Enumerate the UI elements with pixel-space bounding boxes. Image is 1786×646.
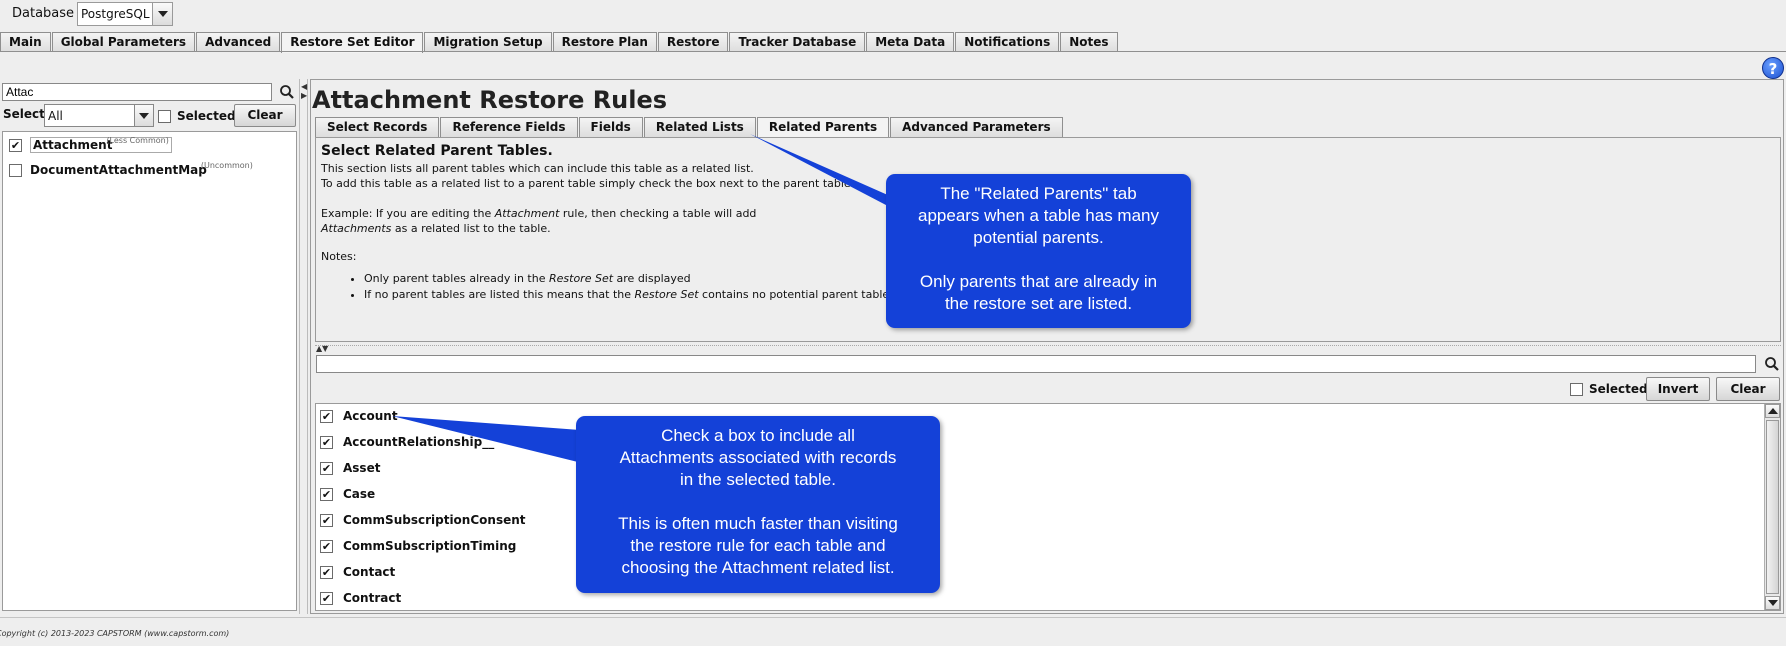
- help-icon[interactable]: ?: [1762, 57, 1784, 79]
- tab-restore-plan[interactable]: Restore Plan: [552, 32, 657, 52]
- rule-tab-bar: Select Records Reference Fields Fields R…: [315, 117, 1064, 138]
- list-item[interactable]: ✔ Contact: [320, 565, 395, 579]
- tab-migration-setup[interactable]: Migration Setup: [424, 32, 552, 52]
- tab-select-records[interactable]: Select Records: [315, 117, 440, 137]
- page-title: Attachment Restore Rules: [312, 86, 668, 114]
- parent-name: AccountRelationship__: [343, 435, 495, 449]
- commonality-badge: (Uncommon): [200, 161, 253, 170]
- table-checkbox[interactable]: [9, 163, 22, 177]
- table-checkbox[interactable]: ✔: [9, 138, 22, 152]
- tab-notifications[interactable]: Notifications: [955, 32, 1060, 52]
- parent-name: Contact: [343, 565, 396, 579]
- tab-advanced[interactable]: Advanced: [196, 32, 281, 52]
- main-tab-bar: Main Global Parameters Advanced Restore …: [0, 32, 1119, 53]
- selected-only-toggle[interactable]: Selected: [158, 109, 236, 123]
- parents-selected-checkbox[interactable]: [1570, 382, 1583, 396]
- parent-name: CommSubscriptionConsent: [343, 513, 526, 527]
- list-item[interactable]: ✔ CommSubscriptionConsent: [320, 513, 526, 527]
- select-filter-value: All: [48, 109, 63, 123]
- parents-selected-label: Selected: [1589, 382, 1648, 396]
- parent-checkbox[interactable]: ✔: [320, 539, 333, 553]
- tab-notes[interactable]: Notes: [1060, 32, 1118, 52]
- parent-name: Contract: [343, 591, 402, 605]
- tab-tracker-database[interactable]: Tracker Database: [729, 32, 866, 52]
- database-label: Database: [12, 6, 75, 21]
- tab-related-lists[interactable]: Related Lists: [643, 117, 756, 137]
- vertical-scrollbar[interactable]: [1764, 404, 1780, 610]
- table-search-input[interactable]: [2, 83, 272, 101]
- database-select[interactable]: PostgreSQL: [77, 2, 173, 26]
- chevron-down-icon[interactable]: [134, 105, 153, 126]
- list-item[interactable]: ✔ Contract: [320, 591, 401, 605]
- table-name: DocumentAttachmentMap(Uncommon): [30, 161, 253, 177]
- table-name: Attachment(Less Common): [30, 136, 172, 153]
- tab-main[interactable]: Main: [0, 32, 51, 52]
- scroll-thumb[interactable]: [1766, 420, 1779, 594]
- search-icon[interactable]: [278, 83, 296, 101]
- parent-search-input[interactable]: [316, 355, 1756, 373]
- select-filter-dropdown[interactable]: All: [44, 104, 154, 127]
- invert-button[interactable]: Invert: [1646, 377, 1710, 401]
- parents-selected-toggle[interactable]: Selected: [1570, 382, 1648, 396]
- list-item[interactable]: ✔ CommSubscriptionTiming: [320, 539, 516, 553]
- parent-checkbox[interactable]: ✔: [320, 591, 333, 605]
- restore-rules-panel: Attachment Restore Rules Select Records …: [310, 79, 1784, 614]
- tab-related-parents[interactable]: Related Parents: [756, 117, 890, 138]
- list-item[interactable]: ✔ AccountRelationship__: [320, 435, 494, 449]
- selected-only-checkbox[interactable]: [158, 109, 171, 123]
- panel-splitter[interactable]: [299, 79, 308, 614]
- parent-checkbox[interactable]: ✔: [320, 487, 333, 501]
- list-item[interactable]: ✔ Asset: [320, 461, 380, 475]
- parent-checkbox[interactable]: ✔: [320, 461, 333, 475]
- tab-restore-set-editor[interactable]: Restore Set Editor: [281, 32, 424, 53]
- collapse-arrow-icon[interactable]: ◀ ▶: [301, 82, 307, 100]
- list-item[interactable]: ✔ Attachment(Less Common): [9, 136, 172, 153]
- tab-meta-data[interactable]: Meta Data: [866, 32, 955, 52]
- commonality-badge: (Less Common): [106, 136, 169, 145]
- parent-name: CommSubscriptionTiming: [343, 539, 517, 553]
- parent-checkbox[interactable]: ✔: [320, 565, 333, 579]
- parent-checkbox[interactable]: ✔: [320, 409, 333, 423]
- list-item[interactable]: ✔ Case: [320, 487, 375, 501]
- list-item[interactable]: ✔ Account: [320, 409, 398, 423]
- select-filter-label: Select:: [3, 107, 50, 121]
- scroll-down-icon[interactable]: [1765, 596, 1780, 610]
- parent-checkbox[interactable]: ✔: [320, 435, 333, 449]
- tab-global-parameters[interactable]: Global Parameters: [51, 32, 196, 52]
- left-clear-button[interactable]: Clear: [234, 104, 296, 127]
- parent-checkbox[interactable]: ✔: [320, 513, 333, 527]
- search-icon[interactable]: [1763, 355, 1781, 373]
- related-parents-callout: The "Related Parents" tab appears when a…: [886, 174, 1191, 328]
- parent-name: Account: [343, 409, 398, 423]
- scroll-up-icon[interactable]: [1765, 404, 1780, 418]
- chevron-down-icon[interactable]: [152, 3, 172, 25]
- tab-fields[interactable]: Fields: [578, 117, 643, 137]
- section-splitter[interactable]: [315, 345, 1781, 350]
- footer-divider: [0, 617, 1786, 618]
- top-bar: Database PostgreSQL: [0, 0, 1786, 30]
- selected-only-label: Selected: [177, 109, 236, 123]
- parent-name: Asset: [343, 461, 381, 475]
- tab-restore[interactable]: Restore: [657, 32, 729, 52]
- description-title: Select Related Parent Tables.: [321, 143, 553, 159]
- tab-reference-fields[interactable]: Reference Fields: [440, 117, 578, 137]
- table-list: ✔ Attachment(Less Common) DocumentAttach…: [2, 131, 297, 611]
- tab-divider: [0, 51, 1786, 52]
- copyright-text: Copyright (c) 2013-2023 CAPSTORM (www.ca…: [0, 629, 230, 638]
- list-item[interactable]: DocumentAttachmentMap(Uncommon): [9, 161, 253, 177]
- table-list-panel: Select: All Selected Clear ✔ Attachment(…: [0, 79, 300, 614]
- check-box-callout: Check a box to include all Attachments a…: [576, 416, 940, 593]
- database-select-value: PostgreSQL: [81, 7, 150, 21]
- splitter-arrow-icon[interactable]: ▲▼: [316, 344, 328, 353]
- parent-name: Case: [343, 487, 376, 501]
- parent-table-list: ✔ Account ✔ AccountRelationship__ ✔ Asset ✔…: [315, 403, 1781, 611]
- parents-clear-button[interactable]: Clear: [1716, 377, 1780, 401]
- tab-advanced-parameters[interactable]: Advanced Parameters: [890, 117, 1063, 137]
